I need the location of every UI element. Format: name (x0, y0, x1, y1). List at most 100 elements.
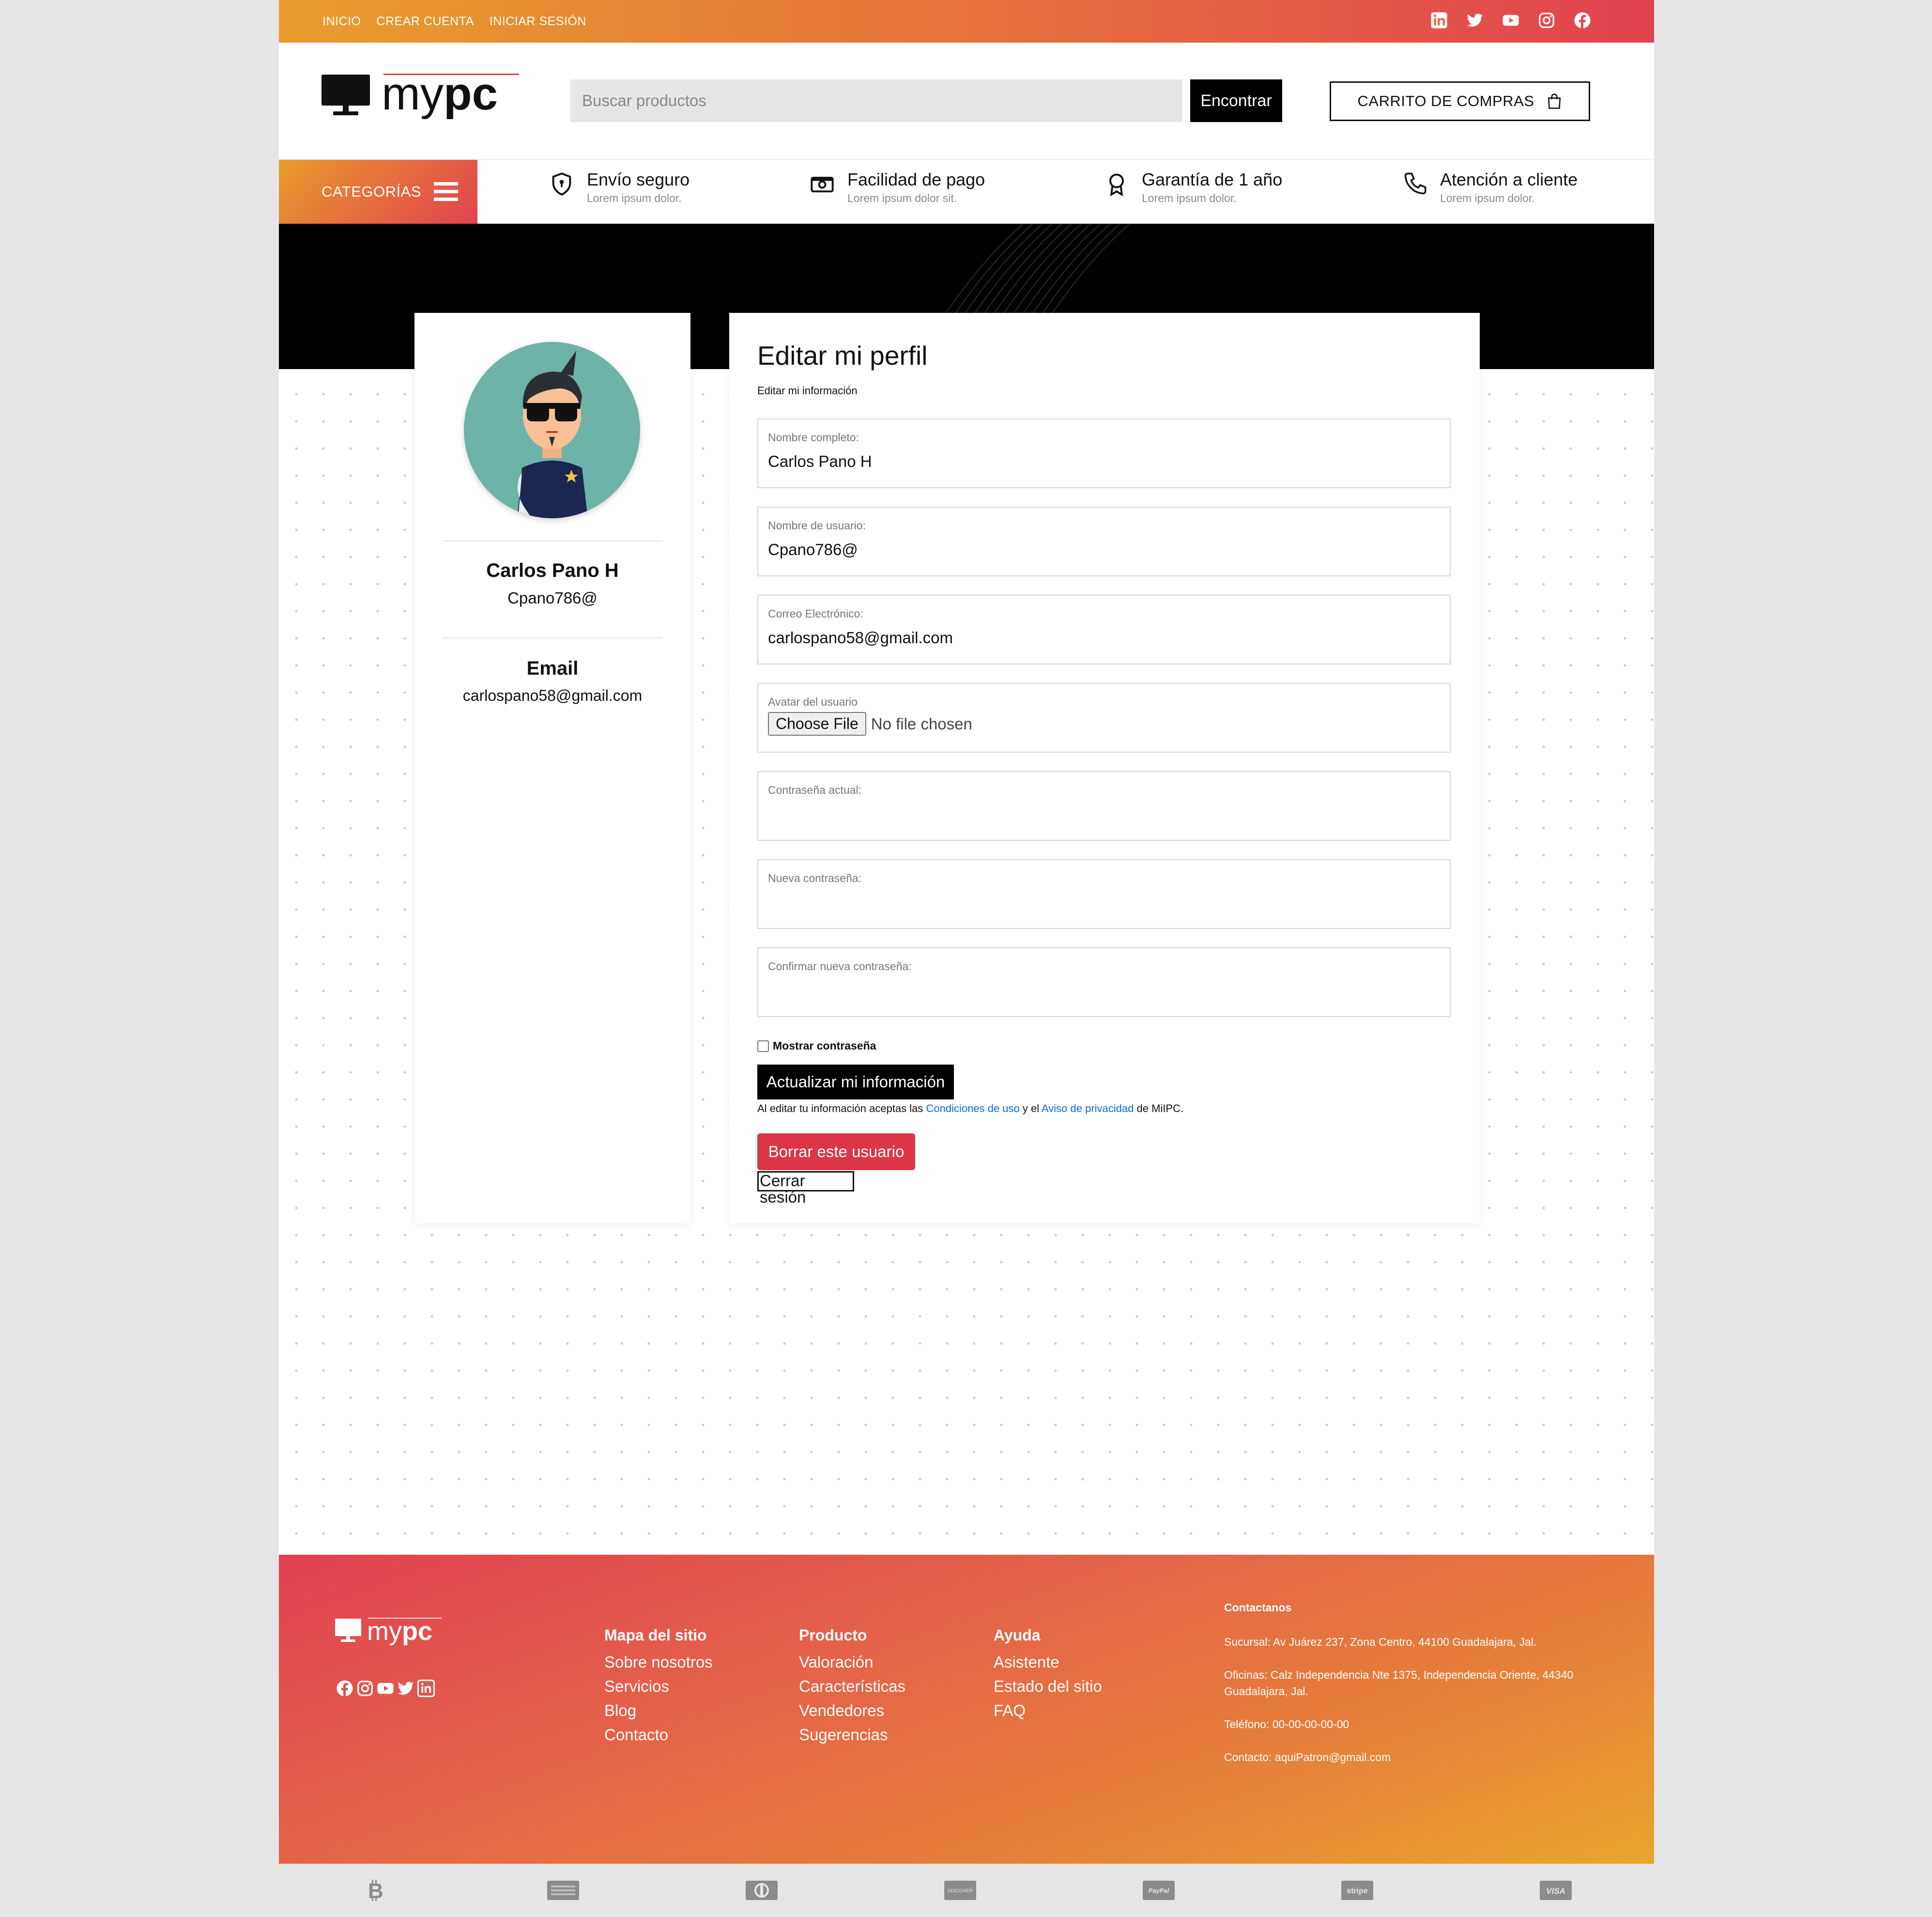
mypc-logo[interactable]: mypc (322, 68, 525, 132)
categories-label: CATEGORÍAS (322, 183, 421, 200)
footer-col-heading: Ayuda (994, 1626, 1041, 1644)
current-password-field[interactable]: Contraseña actual: (757, 771, 1451, 841)
amex-icon (546, 1878, 580, 1902)
svg-text:PayPal: PayPal (1149, 1887, 1169, 1894)
twitter-icon[interactable] (1466, 12, 1484, 29)
youtube-icon[interactable] (1502, 12, 1519, 29)
field-label: Nombre de usuario: (768, 519, 866, 532)
footer-logo[interactable]: mypc (335, 1617, 446, 1652)
show-password-label: Mostrar contraseña (773, 1039, 876, 1052)
award-icon (1109, 173, 1124, 197)
svg-text:VISA: VISA (1546, 1886, 1565, 1896)
show-password-toggle: Mostrar contraseña (757, 1039, 876, 1052)
categories-button[interactable]: CATEGORÍAS (279, 160, 477, 224)
footer-link[interactable]: FAQ (994, 1701, 1102, 1720)
linkedin-icon[interactable] (1430, 12, 1448, 29)
footer-link[interactable]: Contacto (604, 1726, 713, 1744)
file-input: Choose File No file chosen (768, 712, 972, 736)
page-subtitle: Editar mi información (757, 385, 858, 397)
field-value[interactable]: Carlos Pano H (768, 452, 872, 471)
footer-link[interactable]: Valoración (799, 1653, 905, 1671)
footer-contact-line: Contacto: aquiPatron@gmail.com (1224, 1751, 1391, 1763)
nav-inicio-link[interactable]: INICIO (322, 15, 361, 29)
hamburger-menu-icon (433, 182, 458, 201)
profile-email: carlospano58@gmail.com (462, 687, 643, 704)
payment-methods: B DISCOVER PayPal stripe VISA (279, 1864, 1654, 1917)
top-bar: INICIO CREAR CUENTA INICIAR SESIÓN (279, 0, 1654, 43)
phone-icon (1404, 172, 1426, 195)
feature-subtitle: Lorem ipsum dolor. (1440, 192, 1535, 204)
social-links (1430, 12, 1591, 29)
footer-contact-heading: Contactanos (1224, 1601, 1292, 1614)
instagram-icon[interactable] (356, 1680, 374, 1697)
feature-atencion: Atención a cliente Lorem ipsum dolor. (1402, 170, 1578, 205)
search-button[interactable]: Encontrar (1190, 79, 1282, 122)
footer-col-heading: Mapa del sitio (604, 1626, 707, 1644)
footer-col-help: Ayuda Asistente Estado del sitio FAQ (994, 1626, 1102, 1726)
footer-link[interactable]: Sobre nosotros (604, 1653, 713, 1671)
svg-text:DISCOVER: DISCOVER (948, 1888, 973, 1894)
youtube-icon[interactable] (377, 1680, 394, 1697)
footer-contact: Contactanos Sucursal: Av Juárez 237, Zon… (1224, 1601, 1611, 1782)
avatar-upload-field: Avatar del usuario Choose File No file c… (757, 683, 1451, 753)
full-name-field[interactable]: Nombre completo: Carlos Pano H (757, 418, 1451, 488)
nav-crear-cuenta-link[interactable]: CREAR CUENTA (376, 15, 474, 29)
logout-button[interactable]: Cerrar sesión (757, 1171, 854, 1206)
facebook-icon[interactable] (1574, 12, 1591, 29)
choose-file-button[interactable]: Choose File (768, 712, 866, 736)
diners-icon (745, 1878, 779, 1902)
show-password-checkbox[interactable] (757, 1040, 769, 1052)
profile-email-heading: Email (526, 658, 579, 679)
facebook-icon[interactable] (336, 1680, 353, 1697)
svg-text:stripe: stripe (1347, 1887, 1368, 1895)
footer-social-links (336, 1680, 435, 1697)
new-password-field[interactable]: Nueva contraseña: (757, 859, 1451, 929)
confirm-password-field[interactable]: Confirmar nueva contraseña: (757, 947, 1451, 1017)
user-avatar (464, 342, 640, 518)
footer-link[interactable]: Asistente (994, 1653, 1102, 1671)
field-value[interactable]: carlospano58@gmail.com (768, 629, 953, 647)
discover-icon: DISCOVER (943, 1878, 977, 1902)
terms-prefix: Al editar tu información aceptas las (757, 1102, 926, 1114)
visa-icon: VISA (1539, 1878, 1573, 1902)
terms-of-use-link[interactable]: Condiciones de uso (926, 1102, 1020, 1114)
update-info-button[interactable]: Actualizar mi información (757, 1065, 954, 1099)
edit-profile-card: Editar mi perfil Editar mi información N… (729, 313, 1480, 1223)
footer-link[interactable]: Blog (604, 1701, 713, 1720)
delete-user-button[interactable]: Borrar este usuario (757, 1133, 915, 1170)
cart-button-label: CARRITO DE COMPRAS (1357, 93, 1534, 109)
shield-icon (552, 172, 571, 196)
nav-iniciar-sesion-link[interactable]: INICIAR SESIÓN (490, 15, 586, 29)
footer-link[interactable]: Vendedores (799, 1701, 905, 1720)
page-title: Editar mi perfil (757, 340, 928, 371)
privacy-notice-link[interactable]: Aviso de privacidad (1042, 1102, 1134, 1114)
twitter-icon[interactable] (397, 1680, 414, 1697)
feature-subtitle: Lorem ipsum dolor. (1142, 192, 1237, 204)
email-field[interactable]: Correo Electrónico: carlospano58@gmail.c… (757, 595, 1451, 665)
field-label: Avatar del usuario (768, 696, 858, 708)
footer-link[interactable]: Estado del sitio (994, 1677, 1102, 1696)
field-label: Correo Electrónico: (768, 607, 863, 620)
feature-garantia: Garantía de 1 año Lorem ipsum dolor. (1104, 170, 1282, 205)
field-label: Confirmar nueva contraseña: (768, 960, 912, 973)
field-label: Contraseña actual: (768, 784, 862, 796)
footer-contact-line: Oficinas: Calz Independencia Nte 1375, I… (1224, 1669, 1574, 1698)
field-value[interactable]: Cpano786@ (768, 541, 858, 559)
footer-contact-line: Teléfono: 00-00-00-00-00 (1224, 1718, 1349, 1731)
footer-link[interactable]: Sugerencias (799, 1726, 905, 1744)
terms-notice: Al editar tu información aceptas las Con… (757, 1102, 1183, 1115)
footer-col-sitemap: Mapa del sitio Sobre nosotros Servicios … (604, 1626, 713, 1750)
linkedin-icon[interactable] (417, 1680, 435, 1697)
search-input[interactable] (570, 79, 1182, 122)
cart-button[interactable]: CARRITO DE COMPRAS (1330, 81, 1590, 121)
profile-name: Carlos Pano H (486, 560, 619, 581)
footer-link[interactable]: Características (799, 1677, 905, 1696)
footer: mypc Mapa del sitio Sobre nosotros Servi… (279, 1555, 1654, 1864)
profile-username: Cpano786@ (507, 589, 598, 607)
instagram-icon[interactable] (1538, 12, 1555, 29)
page: INICIO CREAR CUENTA INICIAR SESIÓN mypc … (279, 0, 1654, 1917)
profile-divider (443, 637, 662, 638)
username-field[interactable]: Nombre de usuario: Cpano786@ (757, 507, 1451, 576)
shopping-bag-icon (1548, 93, 1561, 109)
footer-link[interactable]: Servicios (604, 1677, 713, 1696)
